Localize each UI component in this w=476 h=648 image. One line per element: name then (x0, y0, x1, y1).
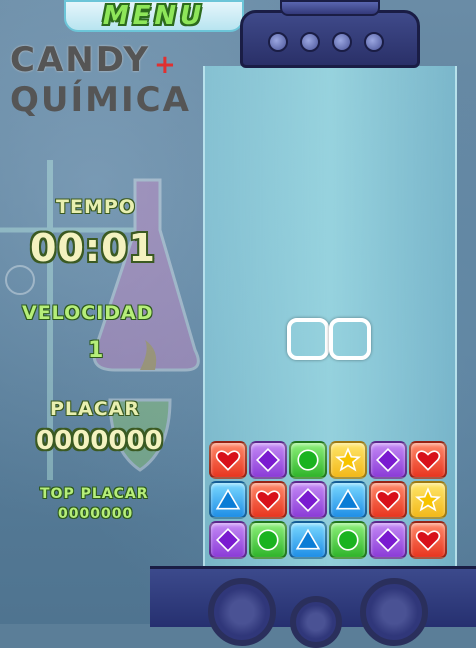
piece-ring (287, 318, 329, 360)
bolt-icon (300, 32, 320, 52)
bolt-icon (268, 32, 288, 52)
top-placar-value: 0000000 (58, 506, 134, 522)
bolt-icon (332, 32, 352, 52)
circle-candy-icon (329, 521, 367, 559)
placar-label: PLACAR (50, 398, 141, 420)
falling-piece (287, 318, 371, 360)
triangle-candy-icon (289, 521, 327, 559)
diamond-candy-icon (249, 441, 287, 479)
heart-candy-icon (209, 441, 247, 479)
star-candy-icon (329, 441, 367, 479)
menu-button[interactable]: MENU (64, 0, 244, 32)
bolt-icon (364, 32, 384, 52)
candy-grid (208, 440, 448, 560)
heart-candy-icon (409, 441, 447, 479)
heart-candy-icon (409, 521, 447, 559)
logo-plus: + (154, 50, 176, 80)
circle-candy-icon (289, 441, 327, 479)
placar-value: 0000000 (36, 426, 163, 456)
top-placar-label: TOP PLACAR (40, 486, 149, 502)
heart-candy-icon (249, 481, 287, 519)
circle-candy-icon (249, 521, 287, 559)
gear-icon (360, 578, 428, 646)
velocidad-label: VELOCIDAD (22, 302, 154, 324)
diamond-candy-icon (209, 521, 247, 559)
triangle-candy-icon (209, 481, 247, 519)
logo-quimica: QUÍMICA (10, 80, 191, 120)
gear-icon (208, 578, 276, 646)
diamond-candy-icon (369, 521, 407, 559)
tempo-label: TEMPO (56, 196, 136, 218)
gear-icon (290, 596, 342, 648)
triangle-candy-icon (329, 481, 367, 519)
machine-top (240, 10, 420, 68)
diamond-candy-icon (369, 441, 407, 479)
tempo-value: 00:01 (30, 226, 156, 270)
diamond-candy-icon (289, 481, 327, 519)
logo-candy: CANDY (10, 40, 151, 80)
piece-ring (329, 318, 371, 360)
heart-candy-icon (369, 481, 407, 519)
machine-cap (280, 0, 380, 16)
velocidad-value: 1 (88, 338, 104, 363)
star-candy-icon (409, 481, 447, 519)
